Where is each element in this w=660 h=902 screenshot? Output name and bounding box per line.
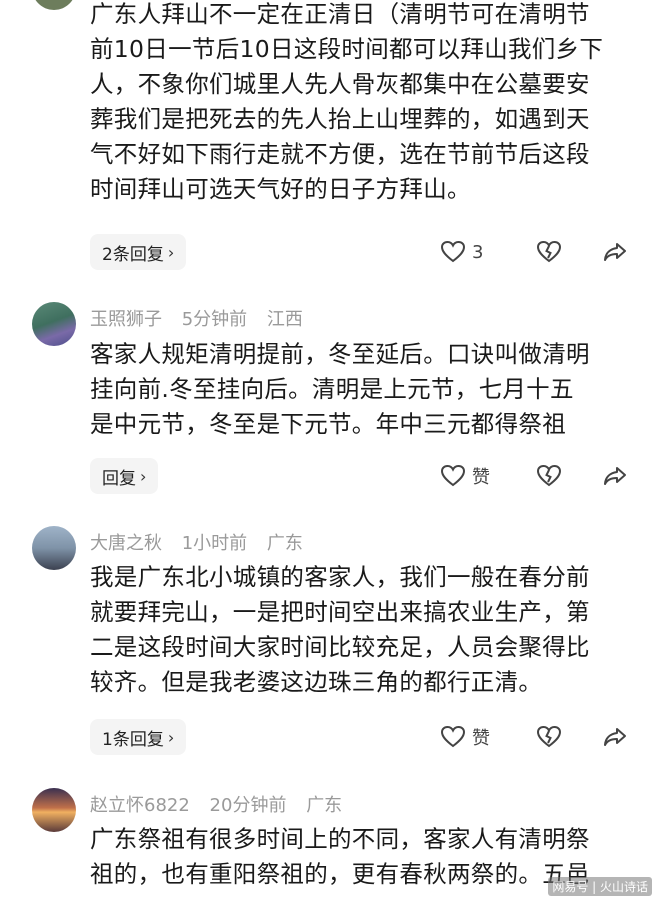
broken-heart-icon	[536, 725, 562, 748]
comment-actions: 赞	[438, 719, 638, 755]
comment-meta: 大唐之秋 1小时前 广东	[90, 529, 317, 555]
reply-button[interactable]: 回复 ›	[90, 458, 159, 494]
share-arrow-icon	[604, 467, 626, 485]
comment-location: 广东	[266, 533, 303, 554]
comment-actions: 3	[438, 234, 638, 270]
author-name[interactable]: 大唐之秋	[90, 533, 162, 554]
like-button[interactable]: 赞	[440, 719, 490, 755]
chevron-right-icon: ›	[167, 727, 175, 747]
share-arrow-icon	[604, 728, 626, 746]
author-name[interactable]: 玉照狮子	[90, 309, 162, 330]
like-button[interactable]: 3	[440, 234, 483, 270]
avatar[interactable]	[32, 0, 76, 10]
broken-heart-icon	[536, 240, 562, 263]
like-label: 赞	[472, 467, 490, 488]
avatar[interactable]	[32, 526, 76, 570]
avatar[interactable]	[32, 788, 76, 832]
comment-location: 江西	[266, 309, 303, 330]
share-button[interactable]	[602, 719, 628, 755]
comment-text: 我是广东北小城镇的客家人，我们一般在春分前 就要拜完山，一是把时间空出来搞农业生…	[90, 563, 590, 696]
comment-meta: 赵立怀6822 20分钟前 广东	[90, 791, 356, 817]
comment-time: 20分钟前	[209, 795, 287, 816]
reply-label: 1条回复	[102, 729, 164, 750]
avatar[interactable]	[32, 302, 76, 346]
comment-time: 1小时前	[181, 533, 248, 554]
dislike-button[interactable]	[536, 458, 562, 494]
view-replies-button[interactable]: 1条回复 ›	[90, 719, 187, 755]
view-replies-button[interactable]: 2条回复 ›	[90, 234, 187, 270]
chevron-right-icon: ›	[167, 242, 175, 262]
comment-meta: 玉照狮子 5分钟前 江西	[90, 305, 317, 331]
broken-heart-icon	[536, 464, 562, 487]
comment-text: 广东人拜山不一定在正清日（清明节可在清明节 前10日一节后10日这段时间都可以拜…	[90, 0, 604, 203]
comment-actions: 赞	[438, 458, 638, 494]
comment-location: 广东	[306, 795, 343, 816]
like-label: 赞	[472, 728, 490, 749]
share-arrow-icon	[604, 243, 626, 261]
chevron-right-icon: ›	[140, 466, 147, 486]
watermark: 网易号 | 火山诗话	[548, 877, 652, 896]
share-button[interactable]	[602, 458, 628, 494]
heart-outline-icon	[440, 464, 466, 487]
heart-outline-icon	[440, 240, 466, 263]
reply-label: 2条回复	[102, 244, 164, 265]
like-button[interactable]: 赞	[440, 458, 490, 494]
author-name[interactable]: 赵立怀6822	[90, 795, 190, 816]
dislike-button[interactable]	[536, 719, 562, 755]
like-count: 3	[472, 241, 484, 263]
reply-label: 回复	[102, 468, 136, 489]
dislike-button[interactable]	[536, 234, 562, 270]
comment-time: 5分钟前	[181, 309, 248, 330]
share-button[interactable]	[602, 234, 628, 270]
heart-outline-icon	[440, 725, 466, 748]
comment-text: 客家人规矩清明提前，冬至延后。口诀叫做清明 挂向前.冬至挂向后。清明是上元节，七…	[90, 340, 590, 438]
